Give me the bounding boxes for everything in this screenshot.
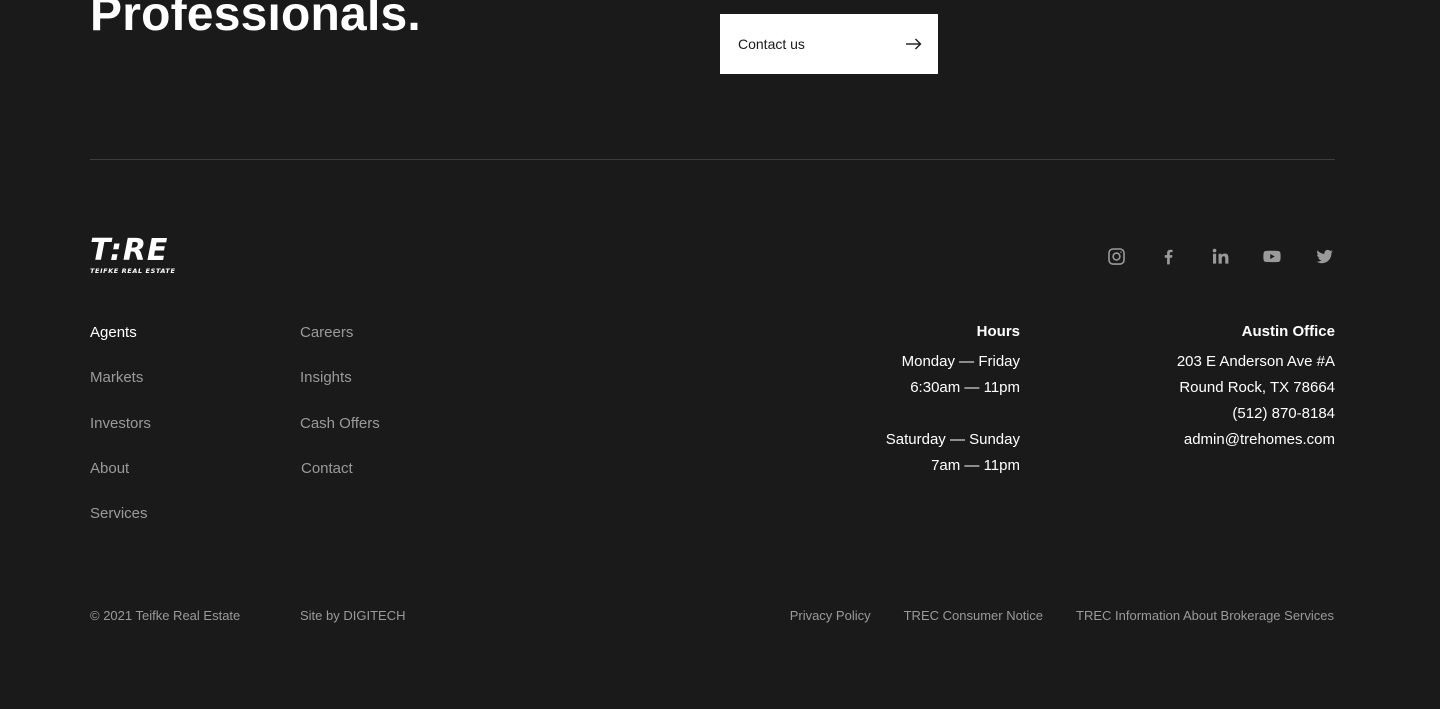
- hours-weekday-days: Monday — Friday: [901, 353, 1020, 370]
- nav-link-contact[interactable]: Contact: [301, 460, 353, 477]
- nav-link-services[interactable]: Services: [90, 505, 148, 522]
- hours-block: Hours Monday — Friday 6:30am — 11pm Satu…: [886, 321, 1020, 479]
- nav-link-careers[interactable]: Careers: [300, 324, 353, 341]
- office-block: Austin Office 203 E Anderson Ave #A Roun…: [1177, 321, 1335, 453]
- hours-weekend-days: Saturday — Sunday: [885, 431, 1020, 448]
- hero-title: Professionals.: [90, 0, 421, 41]
- office-address-line2: Round Rock, TX 78664: [1179, 379, 1335, 396]
- site-credit: Site by DIGITECH: [300, 607, 405, 625]
- section-divider: [90, 159, 1335, 160]
- logo-name: TEIFKE REAL ESTATE: [90, 267, 176, 275]
- tre-logo[interactable]: T:RE TEIFKE REAL ESTATE: [90, 236, 196, 276]
- facebook-icon[interactable]: [1157, 245, 1179, 267]
- legal-links: Privacy Policy TREC Consumer Notice TREC…: [790, 607, 1334, 625]
- twitter-icon[interactable]: [1313, 245, 1335, 267]
- social-links: [1105, 245, 1335, 267]
- nav-link-insights[interactable]: Insights: [300, 369, 352, 386]
- hours-spacer: [886, 401, 1020, 427]
- nav-link-about[interactable]: About: [90, 460, 129, 477]
- hours-weekday-time: 6:30am — 11pm: [910, 379, 1020, 396]
- contact-us-label: Contact us: [738, 36, 805, 52]
- nav-link-agents[interactable]: Agents: [90, 324, 137, 341]
- instagram-icon[interactable]: [1105, 245, 1127, 267]
- hours-title: Hours: [976, 323, 1020, 340]
- logo-mark: T:RE: [90, 233, 169, 268]
- footer-page: Professionals. Contact us T:RE TEIFKE RE…: [0, 0, 1440, 709]
- footer-nav-secondary: Careers Insights Cash Offers Contact: [300, 322, 380, 503]
- office-phone[interactable]: (512) 870-8184: [1177, 401, 1335, 427]
- office-email[interactable]: admin@trehomes.com: [1177, 427, 1335, 453]
- linkedin-icon[interactable]: [1209, 245, 1231, 267]
- nav-link-cash-offers[interactable]: Cash Offers: [300, 415, 380, 432]
- trec-consumer-notice-link[interactable]: TREC Consumer Notice: [904, 607, 1043, 625]
- trec-brokerage-info-link[interactable]: TREC Information About Brokerage Service…: [1076, 607, 1334, 625]
- office-address-line1: 203 E Anderson Ave #A: [1176, 353, 1335, 370]
- hours-weekend-time: 7am — 11pm: [931, 457, 1020, 474]
- youtube-icon[interactable]: [1261, 245, 1283, 267]
- office-title: Austin Office: [1241, 323, 1335, 340]
- copyright: © 2021 Teifke Real Estate: [90, 608, 241, 623]
- nav-link-markets[interactable]: Markets: [90, 369, 143, 386]
- site-by-link[interactable]: Site by DIGITECH: [300, 608, 405, 623]
- privacy-policy-link[interactable]: Privacy Policy: [790, 607, 871, 625]
- contact-us-button[interactable]: Contact us: [720, 14, 938, 74]
- footer-nav-primary: Agents Markets Investors About Services: [90, 322, 151, 548]
- nav-link-investors[interactable]: Investors: [90, 415, 151, 432]
- arrow-right-icon: [906, 38, 922, 50]
